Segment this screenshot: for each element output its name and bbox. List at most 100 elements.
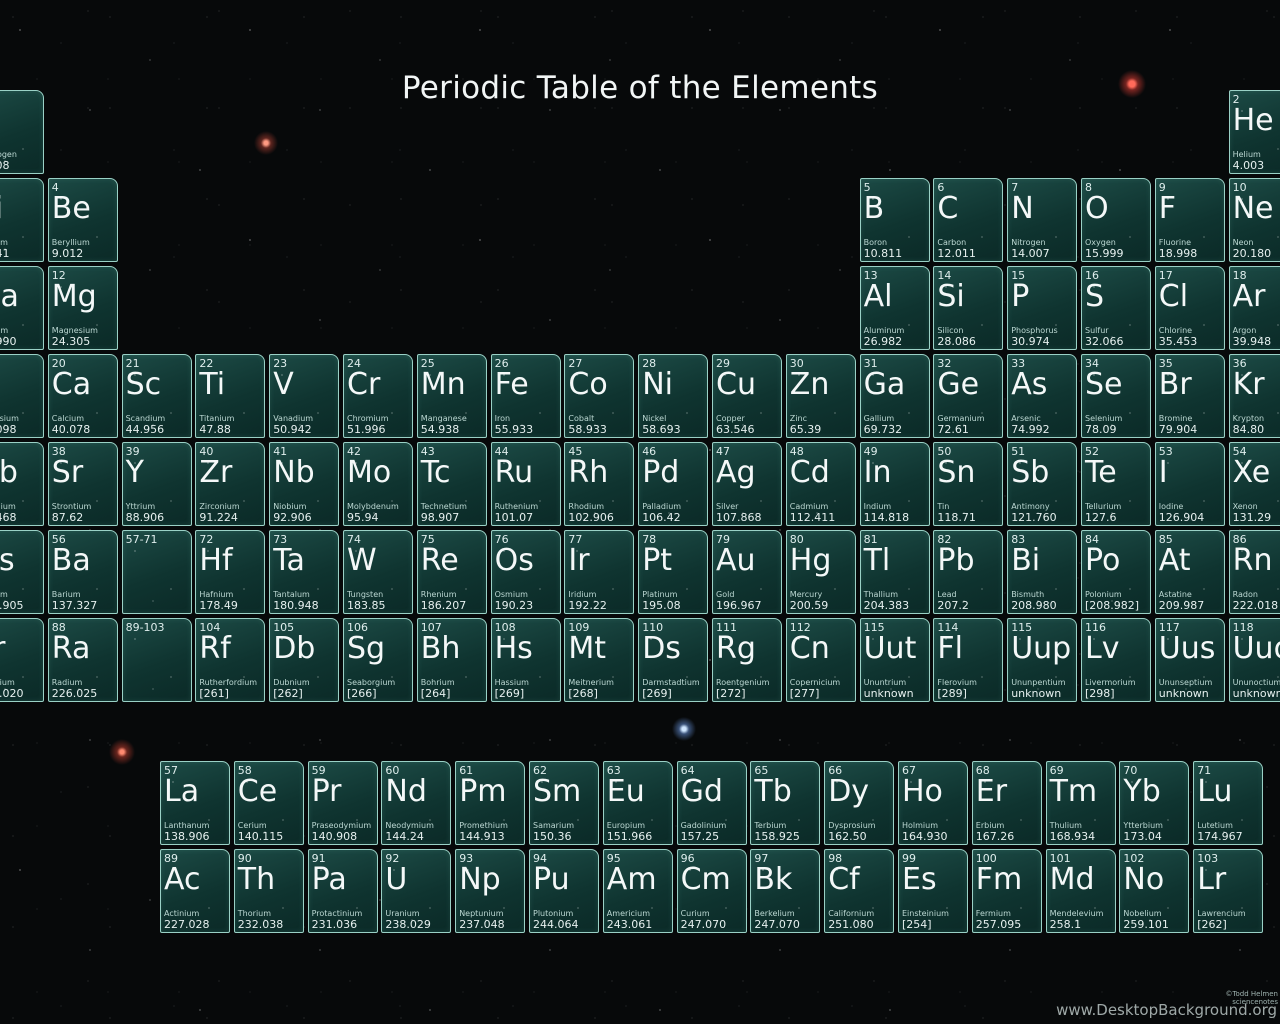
- element-symbol: Pt: [642, 543, 673, 578]
- page-title: Periodic Table of the Elements: [401, 70, 879, 106]
- atomic-mass: [261]: [199, 687, 229, 700]
- element-tile: 74 W Tungsten 183.85: [343, 530, 413, 614]
- element-symbol: Rb: [0, 455, 18, 490]
- element-symbol: B: [863, 191, 885, 226]
- element-tile: 72 Hf Hafnium 178.49: [195, 530, 266, 614]
- element-placeholder-tile: 89-103: [121, 618, 192, 702]
- element-symbol: Pr: [311, 774, 342, 809]
- element-tile: 15 P Phosphorus 30.974: [1007, 266, 1078, 350]
- atomic-mass: 87.62: [51, 511, 84, 524]
- element-name: Aluminum: [863, 326, 905, 335]
- element-name: Potassium: [0, 414, 19, 423]
- atomic-mass: 207.2: [937, 599, 969, 612]
- element-tile: 118UuoUnunoctiumunknown: [1228, 618, 1280, 702]
- element-symbol: Ta: [273, 543, 305, 578]
- element-name: Tellurium: [1085, 502, 1122, 511]
- atomic-mass: 180.948: [273, 599, 319, 612]
- element-name: Germanium: [937, 414, 985, 423]
- atomic-mass: 63.546: [716, 423, 755, 436]
- element-symbol: Sg: [347, 631, 386, 666]
- element-symbol: Ca: [51, 367, 92, 402]
- atomic-mass: 101.07: [494, 511, 534, 524]
- atomic-mass: 106.42: [642, 511, 681, 524]
- element-tile: 41 Nb Niobium 92.906: [269, 442, 340, 526]
- element-tile: 92 U Uranium 238.029: [381, 849, 452, 933]
- atomic-mass: [298]: [1085, 687, 1115, 700]
- element-name: Selenium: [1085, 414, 1123, 423]
- element-name: Ruthenium: [494, 502, 539, 511]
- element-name: Polonium: [1085, 590, 1122, 599]
- element-name: Scandium: [125, 414, 166, 423]
- element-tile: KPotassium39.098: [0, 354, 44, 438]
- element-tile: 17 Cl Chlorine 35.453: [1154, 266, 1225, 350]
- atomic-mass: 65.39: [789, 423, 822, 436]
- element-tile: 6 C Carbon 12.011: [933, 178, 1004, 262]
- element-tile: 7 N Nitrogen 14.007: [1007, 178, 1078, 262]
- atomic-mass: 22.990: [0, 335, 17, 348]
- element-tile: 99 Es Einsteinium [254]: [898, 849, 968, 933]
- atomic-mass: 107.868: [716, 511, 762, 524]
- element-tile: 52 Te Tellurium 127.6: [1081, 442, 1151, 526]
- element-symbol: Np: [459, 862, 501, 897]
- element-tile: 60 Nd Neodymium 144.24: [381, 761, 452, 845]
- element-placeholder-tile: 57-71: [121, 530, 192, 614]
- element-tile: 88 Ra Radium 226.025: [47, 618, 118, 702]
- element-symbol: Cr: [347, 367, 381, 402]
- atomic-mass: 226.025: [51, 687, 98, 700]
- element-tile: 62 Sm Samarium 150.36: [529, 761, 599, 845]
- atomic-mass: 39.098: [0, 423, 17, 436]
- element-symbol: Ge: [937, 367, 980, 402]
- element-symbol: Nb: [273, 455, 315, 490]
- atomic-mass: 84.468: [0, 511, 17, 524]
- element-name: Einsteinium: [902, 909, 949, 918]
- atomic-mass: 238.029: [385, 918, 431, 931]
- element-tile: 25 Mn Manganese 54.938: [416, 354, 487, 438]
- element-name: Bismuth: [1011, 590, 1045, 599]
- element-name: Nitrogen: [1011, 238, 1046, 247]
- element-tile: 12 Mg Magnesium 24.305: [47, 266, 118, 350]
- element-name: Beryllium: [51, 238, 90, 247]
- atomic-mass: unknown: [1011, 687, 1062, 700]
- element-tile: 38 Sr Strontium 87.62: [47, 442, 118, 526]
- atomic-mass: 10.811: [863, 247, 903, 260]
- atomic-mass: 69.732: [863, 423, 903, 436]
- atomic-mass: [269]: [494, 687, 525, 700]
- element-name: Calcium: [51, 414, 84, 423]
- element-name: Yttrium: [125, 502, 156, 511]
- atomic-mass: 138.906: [164, 830, 210, 843]
- element-tile: 24 Cr Chromium 51.996: [343, 354, 413, 438]
- element-tile: 106 Sg Seaborgium [266]: [343, 618, 413, 702]
- element-name: Vanadium: [273, 414, 314, 423]
- element-symbol: Fl: [937, 631, 963, 666]
- element-tile: 5 B Boron 10.811: [859, 178, 930, 262]
- element-tile: 57 La Lanthanum 138.906: [160, 761, 230, 845]
- element-tile: 85 At Astatine 209.987: [1154, 530, 1225, 614]
- element-symbol: Ho: [902, 774, 943, 809]
- element-symbol: Fm: [975, 862, 1023, 897]
- atomic-mass: 164.930: [902, 830, 948, 843]
- element-tile: 49 In Indium 114.818: [859, 442, 930, 526]
- element-symbol: La: [164, 774, 200, 809]
- atomic-mass: 44.956: [125, 423, 165, 436]
- atomic-mass: 40.078: [51, 423, 91, 436]
- atomic-mass: 127.6: [1085, 511, 1117, 524]
- atomic-mass: 247.070: [680, 918, 727, 931]
- atomic-mass: 140.115: [237, 830, 284, 843]
- element-symbol: P: [1011, 279, 1030, 314]
- element-name: Neodymium: [385, 821, 434, 830]
- atomic-mass: 200.59: [789, 599, 829, 612]
- element-name: Hassium: [494, 678, 529, 687]
- element-symbol: Cs: [0, 543, 15, 578]
- element-tile: Cs Cesium132.905: [0, 530, 44, 614]
- element-name: Argon: [1232, 326, 1257, 335]
- atomic-mass: 47.88: [199, 423, 231, 436]
- element-name: Bohrium: [420, 678, 455, 687]
- element-name: Manganese: [420, 414, 467, 423]
- element-symbol: Sm: [533, 774, 582, 809]
- element-name: Sodium: [0, 326, 9, 335]
- element-name: Lead: [937, 590, 957, 599]
- element-symbol: Au: [716, 543, 756, 578]
- atomic-number: 57-71: [125, 533, 158, 546]
- element-symbol: Ni: [642, 367, 673, 402]
- atomic-mass: 231.036: [311, 918, 358, 931]
